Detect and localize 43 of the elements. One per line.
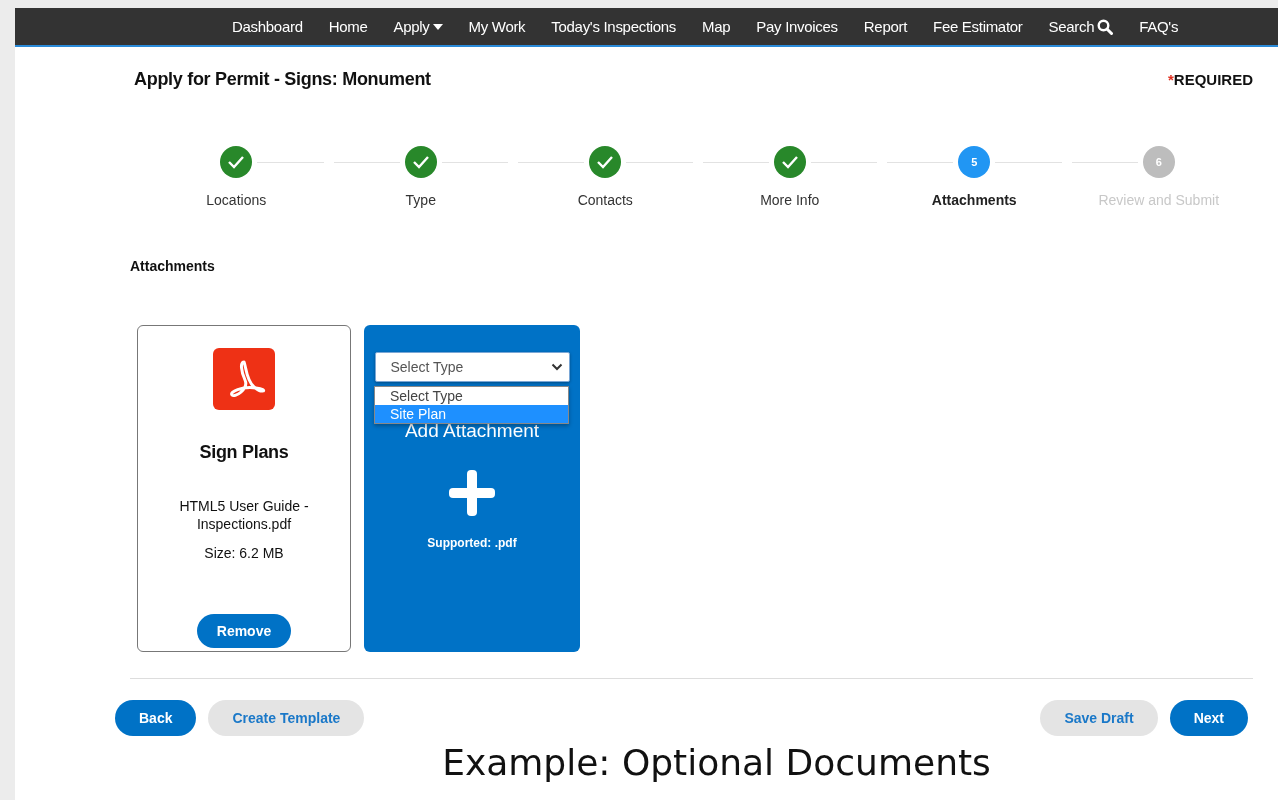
nav-link[interactable]: My Work xyxy=(455,18,539,35)
page-title: Apply for Permit - Signs: Monument xyxy=(134,69,431,90)
nav-link[interactable]: Pay Invoices xyxy=(743,18,851,35)
remove-button[interactable]: Remove xyxy=(196,614,292,648)
nav-link[interactable]: Apply xyxy=(380,18,456,35)
attachment-category: Sign Plans xyxy=(199,442,289,463)
step-number: 6 xyxy=(1142,146,1175,178)
step-label: Type xyxy=(405,192,436,208)
nav-link[interactable]: Map xyxy=(689,18,744,35)
card-title: Add Attachment xyxy=(404,420,540,442)
file-name: HTML5 User Guide - Inspections.pdf xyxy=(178,497,310,533)
action-button[interactable]: Next xyxy=(1169,700,1248,736)
nav-link[interactable]: FAQ's xyxy=(1126,18,1192,35)
checkmark-icon xyxy=(780,155,799,169)
caption: Example: Optional Documents xyxy=(441,742,992,783)
nav-link[interactable]: Fee Estimator xyxy=(920,18,1036,35)
plus-icon xyxy=(449,470,495,516)
dropdown-option[interactable]: Select Type xyxy=(375,387,568,405)
action-button[interactable]: Create Template xyxy=(208,700,365,736)
chevron-down-icon xyxy=(550,363,563,371)
supported-formats: Supported: .pdf xyxy=(427,536,517,550)
checkmark-icon xyxy=(227,155,246,169)
type-select[interactable]: Select Type xyxy=(374,352,570,382)
step-label: Locations xyxy=(206,192,267,208)
step-label: More Info xyxy=(760,192,820,208)
nav-link[interactable]: Today's Inspections xyxy=(538,18,690,35)
action-button[interactable]: Save Draft xyxy=(1040,700,1158,736)
action-button[interactable]: Back xyxy=(115,700,197,736)
caret-icon xyxy=(432,23,443,30)
step-label: Contacts xyxy=(577,192,633,208)
section-title: Attachments xyxy=(130,258,216,274)
step-label: Attachments xyxy=(931,192,1017,208)
pdf-icon xyxy=(213,348,275,410)
step-number: 5 xyxy=(958,146,991,178)
required-note: *REQUIRED xyxy=(1167,71,1253,88)
checkmark-icon xyxy=(411,155,430,169)
nav-link[interactable]: Home xyxy=(315,18,381,35)
nav-link[interactable]: Report xyxy=(850,18,921,35)
checkmark-icon xyxy=(596,155,615,169)
file-size: Size: 6.2 MB xyxy=(204,545,284,561)
nav-link[interactable]: Dashboard xyxy=(219,18,316,35)
search-icon xyxy=(1097,18,1114,35)
nav-link[interactable]: Search xyxy=(1035,18,1127,35)
